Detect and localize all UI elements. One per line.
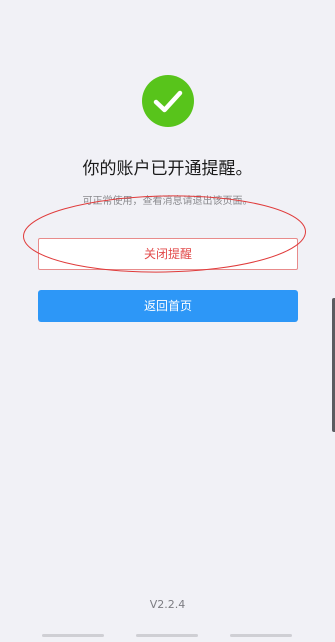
close-reminder-button[interactable]: 关闭提醒 (38, 238, 298, 270)
status-title: 你的账户已开通提醒。 (82, 159, 253, 179)
nav-menu-line[interactable] (42, 634, 104, 637)
nav-back-line[interactable] (230, 634, 292, 637)
nav-home-line[interactable] (136, 634, 198, 637)
status-subtitle: 可正常使用，查看消息请退出该页面。 (82, 196, 253, 207)
checkmark-icon (153, 90, 183, 113)
system-nav-bar (0, 630, 335, 642)
check-circle-icon (142, 75, 194, 127)
app-version: V2.2.4 (149, 598, 186, 611)
back-to-home-button[interactable]: 返回首页 (38, 290, 298, 322)
